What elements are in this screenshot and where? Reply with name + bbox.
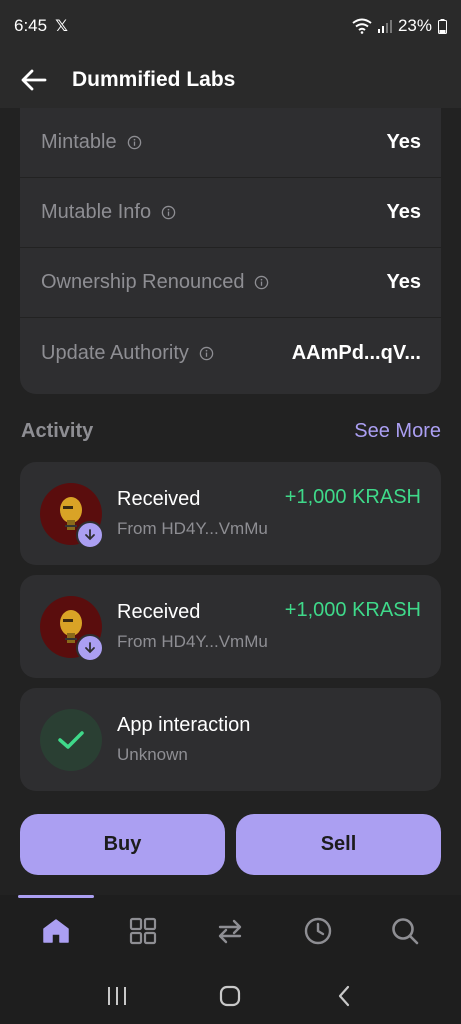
back-button[interactable] (20, 66, 48, 94)
battery-percent: 23% (397, 16, 432, 35)
token-info-card: Mintable Yes Mutable Info Yes Ownership … (20, 108, 441, 394)
battery-icon (438, 18, 447, 34)
activity-item-app-interaction[interactable]: App interaction Unknown (20, 688, 441, 791)
info-icon[interactable] (199, 346, 214, 361)
activity-item-received[interactable]: Received From HD4Y...VmMu +1,000 KRASH (20, 462, 441, 565)
info-label-wrap: Mintable (41, 131, 142, 154)
app-header: Dummified Labs (0, 52, 461, 108)
activity-text: Received From HD4Y...VmMu (117, 488, 285, 539)
token-avatar-wrap (40, 482, 104, 549)
recents-icon (107, 986, 126, 1005)
activity-header: Activity See More (21, 420, 441, 443)
active-tab-indicator (18, 895, 94, 898)
info-label: Update Authority (41, 341, 189, 364)
info-label: Ownership Renounced (41, 271, 245, 293)
activity-text: App interaction Unknown (117, 714, 421, 765)
info-row-mutable-info: Mutable Info Yes (20, 178, 441, 248)
x-logo-icon: 𝕏 (55, 18, 68, 35)
search-icon (392, 918, 419, 945)
page-title: Dummified Labs (72, 68, 236, 91)
activity-subtitle: From HD4Y...VmMu (117, 632, 268, 651)
arrow-down-icon (85, 641, 95, 653)
wifi-icon (352, 18, 372, 34)
nav-collectibles[interactable] (113, 901, 173, 961)
system-back-button[interactable] (314, 971, 374, 1021)
activity-item-received[interactable]: Received From HD4Y...VmMu +1,000 KRASH (20, 575, 441, 678)
info-value: Yes (386, 201, 421, 223)
grid-icon (129, 917, 157, 945)
home-button-icon (220, 985, 241, 1006)
buy-button[interactable]: Buy (20, 814, 225, 875)
receive-badge (76, 520, 104, 549)
back-arrow-icon (21, 69, 47, 91)
nav-home[interactable] (26, 901, 86, 961)
activity-subtitle: Unknown (117, 745, 188, 764)
status-time: 6:45 (14, 16, 48, 35)
status-bar: 6:45 𝕏 23% (0, 0, 461, 52)
receive-badge (76, 633, 104, 662)
nav-search[interactable] (375, 901, 435, 961)
sell-button[interactable]: Sell (236, 814, 441, 875)
info-label-wrap: Mutable Info (41, 201, 176, 224)
recents-button[interactable] (87, 971, 147, 1021)
activity-title-text: Received (117, 601, 201, 623)
activity-title: Activity (21, 420, 94, 442)
nav-history[interactable] (288, 901, 348, 961)
signal-icon (377, 20, 392, 33)
history-icon (304, 917, 332, 945)
token-avatar-wrap (40, 595, 104, 662)
home-icon (42, 919, 69, 943)
status-left: 6:45 𝕏 (14, 16, 68, 36)
see-more-link[interactable]: See More (354, 420, 441, 443)
info-icon[interactable] (161, 205, 176, 220)
activity-title-text: Received (117, 488, 201, 510)
arrow-down-icon (85, 528, 95, 540)
info-label-wrap: Ownership Renounced (41, 271, 269, 294)
info-value: Yes (386, 271, 421, 293)
info-label: Mutable Info (41, 201, 152, 223)
back-icon (339, 985, 350, 1006)
info-icon[interactable] (127, 135, 142, 150)
success-badge (40, 708, 102, 771)
update-authority-address[interactable]: AAmPd...qV... (292, 342, 421, 365)
checkmark-icon (58, 730, 84, 749)
info-label-wrap: Update Authority (41, 342, 214, 365)
activity-title-text: App interaction (117, 714, 251, 736)
activity-text: Received From HD4Y...VmMu (117, 601, 285, 652)
info-row-mintable: Mintable Yes (20, 108, 441, 178)
info-icon[interactable] (254, 275, 269, 290)
nav-swap[interactable] (200, 901, 260, 961)
bottom-nav (0, 895, 461, 967)
info-value: Yes (386, 131, 421, 153)
activity-amount: +1,000 KRASH (284, 486, 421, 508)
status-right: 23% (352, 16, 447, 36)
info-row-ownership-renounced: Ownership Renounced Yes (20, 248, 441, 318)
home-button[interactable] (200, 971, 260, 1021)
info-row-update-authority: Update Authority AAmPd...qV... (20, 318, 441, 388)
info-label: Mintable (41, 131, 117, 153)
activity-amount: +1,000 KRASH (284, 599, 421, 621)
system-nav-bar (0, 967, 461, 1024)
swap-icon (219, 919, 242, 944)
activity-subtitle: From HD4Y...VmMu (117, 519, 268, 538)
